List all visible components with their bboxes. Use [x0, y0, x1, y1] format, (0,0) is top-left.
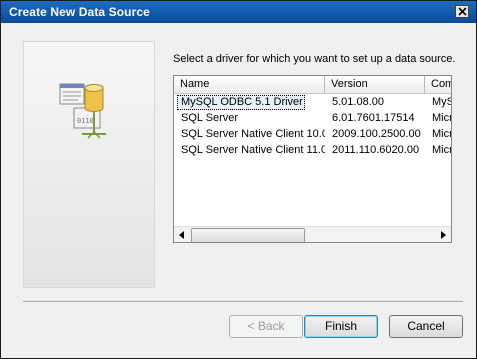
driver-company: Micr: [432, 144, 451, 156]
column-header-version[interactable]: Version: [325, 76, 425, 93]
title-bar[interactable]: Create New Data Source: [1, 1, 476, 23]
driver-name: SQL Server Native Client 10.0: [181, 128, 325, 140]
list-header: Name Version Com: [174, 76, 451, 94]
finish-button[interactable]: Finish: [304, 315, 378, 338]
back-button[interactable]: < Back: [229, 315, 303, 338]
wizard-side-panel: 0110: [23, 41, 155, 288]
driver-version: 5.01.08.00: [332, 96, 384, 108]
instruction-text: Select a driver for which you want to se…: [173, 53, 456, 65]
column-header-name[interactable]: Name: [174, 76, 325, 93]
table-row[interactable]: SQL Server Native Client 10.0 2009.100.2…: [174, 127, 451, 142]
scroll-left-button[interactable]: [174, 227, 190, 242]
table-row[interactable]: SQL Server 6.01.7601.17514 Micr: [174, 111, 451, 126]
driver-company: MyS: [432, 96, 451, 108]
driver-name: SQL Server: [181, 112, 239, 124]
scrollbar-thumb[interactable]: [191, 228, 305, 242]
horizontal-scrollbar[interactable]: [174, 226, 451, 242]
driver-list[interactable]: Name Version Com MySQL ODBC 5.1 Driver 5…: [173, 75, 452, 243]
column-header-company[interactable]: Com: [425, 76, 451, 93]
driver-company: Micr: [432, 112, 451, 124]
create-new-data-source-dialog: Create New Data Source 0110 Select a dri…: [0, 0, 477, 359]
close-icon: [458, 7, 467, 16]
data-source-wizard-icon: 0110: [59, 83, 106, 139]
driver-company: Micr: [432, 128, 451, 140]
window-title: Create New Data Source: [9, 5, 150, 19]
driver-version: 2009.100.2500.00: [332, 128, 421, 140]
close-button[interactable]: [455, 5, 469, 18]
arrow-right-icon: [441, 231, 446, 239]
scroll-right-button[interactable]: [435, 227, 451, 242]
table-row[interactable]: MySQL ODBC 5.1 Driver 5.01.08.00 MyS: [174, 95, 451, 110]
divider: [23, 301, 463, 303]
driver-version: 2011.110.6020.00: [332, 144, 420, 156]
table-row[interactable]: SQL Server Native Client 11.0 2011.110.6…: [174, 143, 451, 158]
driver-name: MySQL ODBC 5.1 Driver: [177, 95, 305, 110]
cancel-button[interactable]: Cancel: [389, 315, 463, 338]
svg-text:0110: 0110: [77, 117, 94, 125]
arrow-left-icon: [179, 231, 184, 239]
driver-version: 6.01.7601.17514: [332, 112, 415, 124]
driver-name: SQL Server Native Client 11.0: [181, 144, 325, 156]
